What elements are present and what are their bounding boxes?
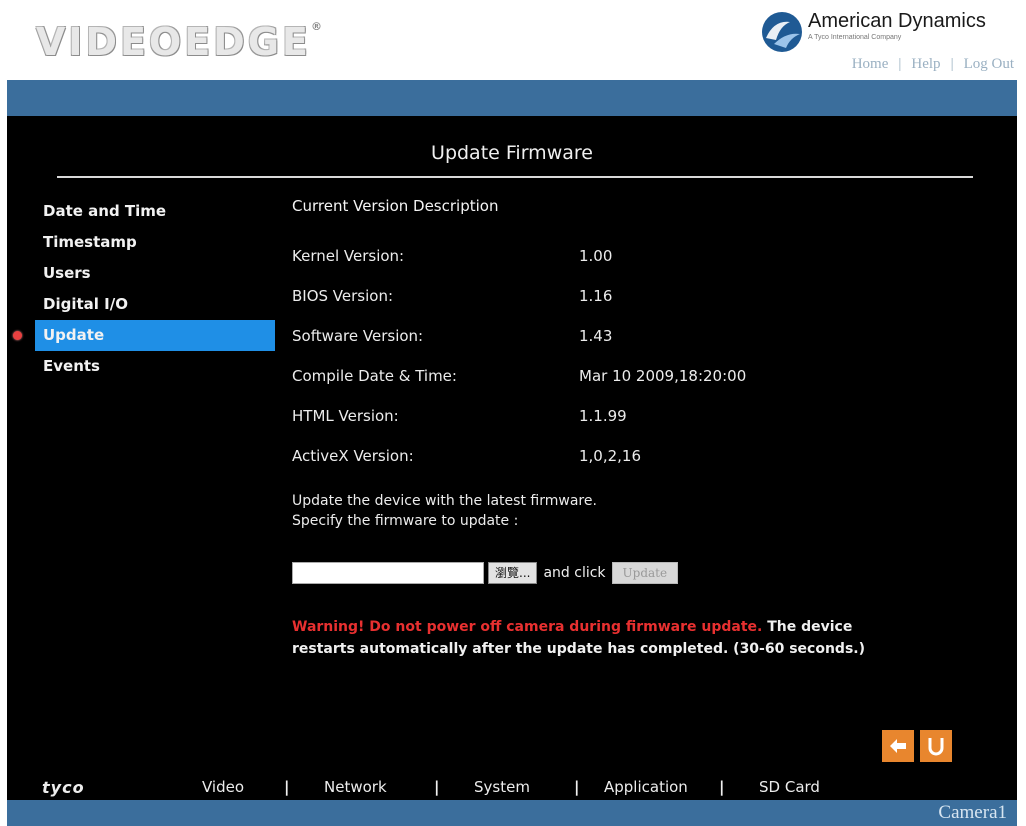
version-label: HTML Version: xyxy=(292,407,399,425)
active-bullet-icon xyxy=(13,331,22,340)
version-row-kernel: Kernel Version: 1.00 xyxy=(292,236,992,276)
version-label: ActiveX Version: xyxy=(292,447,414,465)
version-row-bios: BIOS Version: 1.16 xyxy=(292,276,992,316)
version-value: 1.1.99 xyxy=(579,407,627,425)
browse-button[interactable]: 瀏覽... xyxy=(488,562,538,584)
sidebar-item-digital-io[interactable]: Digital I/O xyxy=(35,289,275,320)
action-buttons xyxy=(882,730,952,762)
american-dynamics-logo-icon xyxy=(762,12,802,52)
refresh-button[interactable] xyxy=(920,730,952,762)
refresh-icon xyxy=(928,738,944,756)
nav-separator: | xyxy=(434,778,440,796)
arrow-left-icon xyxy=(890,739,906,753)
firmware-info: Current Version Description Kernel Versi… xyxy=(292,196,992,476)
version-row-software: Software Version: 1.43 xyxy=(292,316,992,356)
nav-separator: | xyxy=(719,778,725,796)
nav-separator: | xyxy=(574,778,580,796)
sidebar-item-label: Timestamp xyxy=(43,233,137,251)
sidebar-item-update[interactable]: Update xyxy=(13,320,275,351)
version-value: 1,0,2,16 xyxy=(579,447,642,465)
tyco-logo: tyco xyxy=(42,777,85,797)
back-button[interactable] xyxy=(882,730,914,762)
help-link[interactable]: Help xyxy=(911,56,940,73)
nav-system[interactable]: System xyxy=(474,778,574,796)
version-value: 1.16 xyxy=(579,287,613,305)
settings-sidebar: Date and Time Timestamp Users Digital I/… xyxy=(13,196,275,382)
top-bar xyxy=(7,80,1017,116)
sidebar-item-label: Date and Time xyxy=(43,202,167,220)
version-row-compile-date: Compile Date & Time: Mar 10 2009,18:20:0… xyxy=(292,356,992,396)
update-button[interactable]: Update xyxy=(611,562,679,584)
sidebar-item-label: Events xyxy=(43,357,100,375)
update-warning: Warning! Do not power off camera during … xyxy=(292,616,912,660)
top-links: Home | Help | Log Out xyxy=(852,56,1014,73)
nav-application[interactable]: Application xyxy=(604,778,719,796)
version-heading: Current Version Description xyxy=(292,197,499,215)
and-click-label: and click xyxy=(543,565,606,581)
status-bar: Camera1 xyxy=(7,800,1017,826)
logout-link[interactable]: Log Out xyxy=(964,56,1014,73)
nav-network[interactable]: Network xyxy=(324,778,434,796)
update-instructions: Update the device with the latest firmwa… xyxy=(292,491,597,531)
page-title: Update Firmware xyxy=(431,142,593,164)
home-link[interactable]: Home xyxy=(852,56,889,73)
firmware-file-input[interactable] xyxy=(292,562,484,584)
firmware-upload-row: 瀏覽... and click Update xyxy=(292,562,679,584)
version-label: Software Version: xyxy=(292,327,424,345)
camera-name: Camera1 xyxy=(938,802,1007,823)
nav-sd-card[interactable]: SD Card xyxy=(759,778,820,796)
sidebar-item-label: Digital I/O xyxy=(43,295,128,313)
main-panel: Update Firmware Date and Time Timestamp … xyxy=(7,116,1017,800)
version-value: 1.00 xyxy=(579,247,613,265)
warning-text: Warning! Do not power off camera during … xyxy=(292,619,763,635)
version-row-activex: ActiveX Version: 1,0,2,16 xyxy=(292,436,992,476)
nav-separator: | xyxy=(284,778,290,796)
sidebar-item-date-and-time[interactable]: Date and Time xyxy=(35,196,275,227)
sidebar-item-events[interactable]: Events xyxy=(35,351,275,382)
version-value: 1.43 xyxy=(579,327,613,345)
nav-video[interactable]: Video xyxy=(202,778,284,796)
videoedge-logo: VIDEOEDGE® xyxy=(36,20,323,64)
sidebar-item-users[interactable]: Users xyxy=(35,258,275,289)
version-label: BIOS Version: xyxy=(292,287,394,305)
sidebar-item-label: Users xyxy=(43,264,91,282)
title-divider xyxy=(57,176,973,178)
version-label: Compile Date & Time: xyxy=(292,367,457,385)
sidebar-item-timestamp[interactable]: Timestamp xyxy=(35,227,275,258)
american-dynamics-brand: American Dynamics A Tyco International C… xyxy=(760,10,986,54)
link-separator: | xyxy=(950,56,954,72)
sidebar-item-label: Update xyxy=(43,326,105,344)
version-value: Mar 10 2009,18:20:00 xyxy=(579,367,747,385)
version-row-html: HTML Version: 1.1.99 xyxy=(292,396,992,436)
brand-name: American Dynamics xyxy=(808,10,986,32)
bottom-nav: tyco Video | Network | System | Applicat… xyxy=(42,776,942,798)
link-separator: | xyxy=(898,56,902,72)
brand-subtitle: A Tyco International Company xyxy=(808,34,902,41)
instruction-line: Specify the firmware to update : xyxy=(292,513,519,529)
version-label: Kernel Version: xyxy=(292,247,405,265)
instruction-line: Update the device with the latest firmwa… xyxy=(292,493,597,509)
